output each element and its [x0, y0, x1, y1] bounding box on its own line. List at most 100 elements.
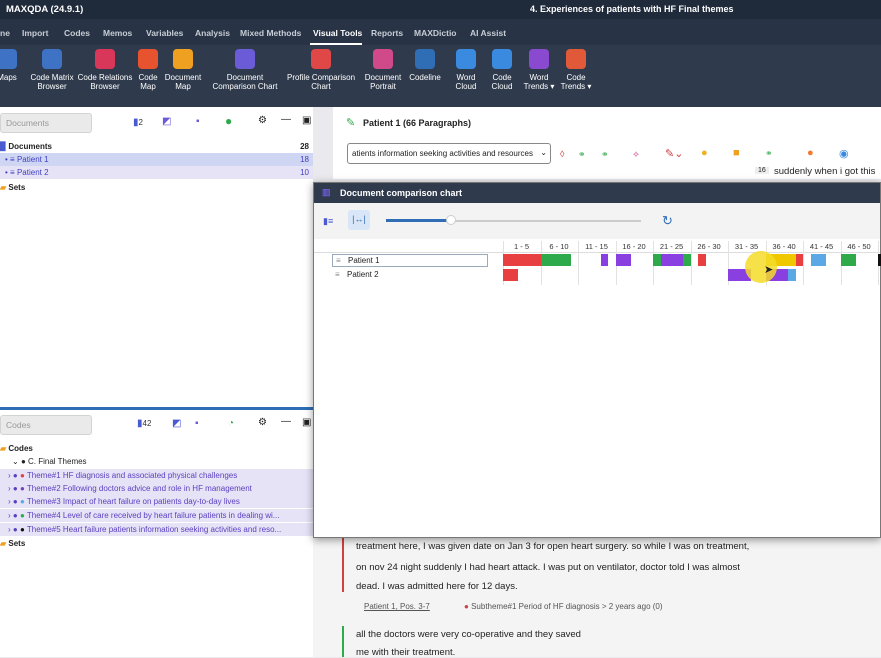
document-comparison-chart-window: ▥ Document comparison chart ▮≡ |↔| ↻ 1 -…	[313, 182, 881, 538]
pin-icon[interactable]: ◊	[560, 149, 564, 159]
codes-root[interactable]: ▰ Codes	[0, 442, 313, 455]
tab-memos[interactable]: Memos	[103, 28, 132, 38]
activate-documents-icon[interactable]: ◩	[162, 116, 171, 127]
new-code-icon[interactable]: ▪	[195, 418, 199, 429]
coded-segment-block[interactable]	[698, 254, 706, 266]
tab-mixed-methods[interactable]: Mixed Methods	[240, 28, 301, 38]
memo-icon[interactable]: ■	[733, 147, 740, 159]
document-comparison-chart-button[interactable]: Document Comparison Chart	[210, 49, 280, 91]
code-tool-icon[interactable]: ◔	[228, 418, 234, 429]
code-map-button[interactable]: Code Map	[136, 49, 160, 91]
emoji-icon[interactable]: ●	[701, 147, 708, 159]
code-dot-icon: ●	[464, 602, 469, 611]
theme-item[interactable]: › ● ● Theme#4 Level of care received by …	[0, 509, 313, 522]
coding-stripe-green[interactable]	[342, 626, 344, 657]
panel-toggle-icon[interactable]: ▮≡	[323, 216, 333, 227]
paragraph-line-number: 16	[755, 167, 769, 174]
maps-button[interactable]: Maps	[0, 49, 20, 82]
codes-count-icon[interactable]: ▮42	[137, 418, 151, 429]
minimize-icon[interactable]: —	[281, 114, 291, 125]
tab-home[interactable]: ne	[0, 28, 10, 38]
tab-ai-assist[interactable]: AI Assist	[470, 28, 506, 38]
code-matrix-browser-button[interactable]: Code Matrix Browser	[28, 49, 76, 91]
document-portrait-button[interactable]: Document Portrait	[362, 49, 404, 91]
tab-maxdictio[interactable]: MAXDictio	[414, 28, 457, 38]
sets-icon: ▰	[0, 183, 7, 192]
document-text-line[interactable]: all the doctors were very co-operative a…	[356, 629, 581, 640]
documents-count-icon[interactable]: ▮2	[133, 117, 143, 128]
theme-item[interactable]: › ● ● Theme#2 Following doctors advice a…	[0, 482, 313, 495]
coded-segment-block[interactable]	[615, 254, 631, 266]
fit-width-icon[interactable]: |↔|	[348, 210, 370, 230]
document-text-line[interactable]: me with their treatment.	[356, 647, 455, 658]
ai-icon[interactable]: ◉	[839, 147, 849, 160]
code-trends-button[interactable]: Code Trends ▾	[558, 49, 594, 91]
document-text-line[interactable]: dead. I was admitted here for 12 days.	[356, 581, 518, 592]
coded-segment-block[interactable]	[840, 254, 856, 266]
theme-item[interactable]: › ● ● Theme#3 Impact of heart failure on…	[0, 495, 313, 508]
highlight-icon[interactable]: ⟡	[633, 149, 639, 160]
tab-analysis[interactable]: Analysis	[195, 28, 230, 38]
minimize-icon[interactable]: —	[281, 416, 291, 427]
comment-icon[interactable]: ●	[807, 147, 814, 159]
coded-segment-block[interactable]	[503, 254, 541, 266]
word-cloud-button[interactable]: Word Cloud	[448, 49, 484, 91]
document-count: 18	[300, 155, 309, 164]
maximize-icon[interactable]: ▣	[302, 417, 311, 428]
word-trends-button[interactable]: Word Trends ▾	[521, 49, 557, 91]
link-icon[interactable]: ⚭	[765, 148, 773, 159]
sets-node[interactable]: ▰ Sets	[0, 181, 313, 194]
code-map-label: Code Map	[138, 73, 158, 91]
coded-segment-block[interactable]	[810, 254, 826, 266]
tab-visual-tools[interactable]: Visual Tools	[313, 28, 362, 38]
document-text-line[interactable]: treatment here, I was given date on Jan …	[356, 541, 749, 552]
coded-segment-block[interactable]	[540, 254, 571, 266]
coded-segment-block[interactable]	[780, 269, 788, 281]
code-dot-icon: ●	[19, 511, 25, 520]
activate-codes-icon[interactable]: ◩	[172, 418, 181, 429]
coded-segment-block[interactable]	[660, 254, 683, 266]
coded-segment-block[interactable]	[600, 254, 608, 266]
coded-segment-block[interactable]	[503, 269, 518, 281]
coded-segment-block[interactable]	[653, 254, 661, 266]
maximize-icon[interactable]: ▣	[302, 115, 311, 126]
codeline-icon	[415, 49, 435, 69]
code-selector[interactable]: atients information seeking activities a…	[347, 143, 551, 164]
document-text-line[interactable]: on nov 24 night suddenly I had heart att…	[356, 562, 740, 573]
coding-stripe-red[interactable]	[342, 537, 344, 592]
gear-icon[interactable]: ⚙	[258, 417, 267, 428]
coded-segment-block[interactable]	[683, 254, 691, 266]
code-filter2-icon[interactable]: ⚭	[601, 149, 609, 160]
document-item[interactable]: • ≡ Patient 1 18	[0, 153, 313, 166]
new-document-icon[interactable]: ▪	[196, 116, 200, 127]
chart-row-label[interactable]: ≡ Patient 2	[332, 269, 488, 282]
theme-item[interactable]: › ● ● Theme#5 Heart failure patients inf…	[0, 523, 313, 536]
tab-codes[interactable]: Codes	[64, 28, 90, 38]
code-group[interactable]: ⌄ ● C. Final Themes	[0, 455, 313, 468]
theme-item[interactable]: › ● ● Theme#1 HF diagnosis and associate…	[0, 469, 313, 482]
tab-reports[interactable]: Reports	[371, 28, 403, 38]
add-icon[interactable]: ●	[225, 114, 232, 128]
gear-icon[interactable]: ⚙	[258, 115, 267, 126]
document-item[interactable]: • ≡ Patient 2 10	[0, 166, 313, 179]
codes-search[interactable]: Codes	[0, 415, 92, 435]
refresh-icon[interactable]: ↻	[662, 213, 673, 229]
edit-icon[interactable]: ✎	[346, 116, 355, 129]
code-relations-browser-button[interactable]: Code Relations Browser	[77, 49, 133, 91]
tab-import[interactable]: Import	[22, 28, 48, 38]
documents-search[interactable]: Documents	[0, 113, 92, 133]
coded-segment-block[interactable]	[788, 269, 796, 281]
code-sets-node[interactable]: ▰ Sets	[0, 537, 313, 550]
code-cloud-button[interactable]: Code Cloud	[485, 49, 519, 91]
zoom-slider-thumb[interactable]	[445, 215, 456, 225]
documents-root[interactable]: ▉ Documents 28	[0, 140, 313, 153]
code-filter-icon[interactable]: ⚭	[578, 149, 586, 160]
tab-variables[interactable]: Variables	[146, 28, 183, 38]
coded-segment-block[interactable]	[795, 254, 803, 266]
pen-icon[interactable]: ✎⌄	[665, 147, 683, 160]
document-map-button[interactable]: Document Map	[163, 49, 203, 91]
codeline-button[interactable]: Codeline	[406, 49, 444, 82]
profile-comparison-chart-button[interactable]: Profile Comparison Chart	[285, 49, 357, 91]
chart-row-label[interactable]: ≡ Patient 1	[332, 254, 488, 267]
segment-reference-link[interactable]: Patient 1, Pos. 3-7	[364, 602, 430, 611]
